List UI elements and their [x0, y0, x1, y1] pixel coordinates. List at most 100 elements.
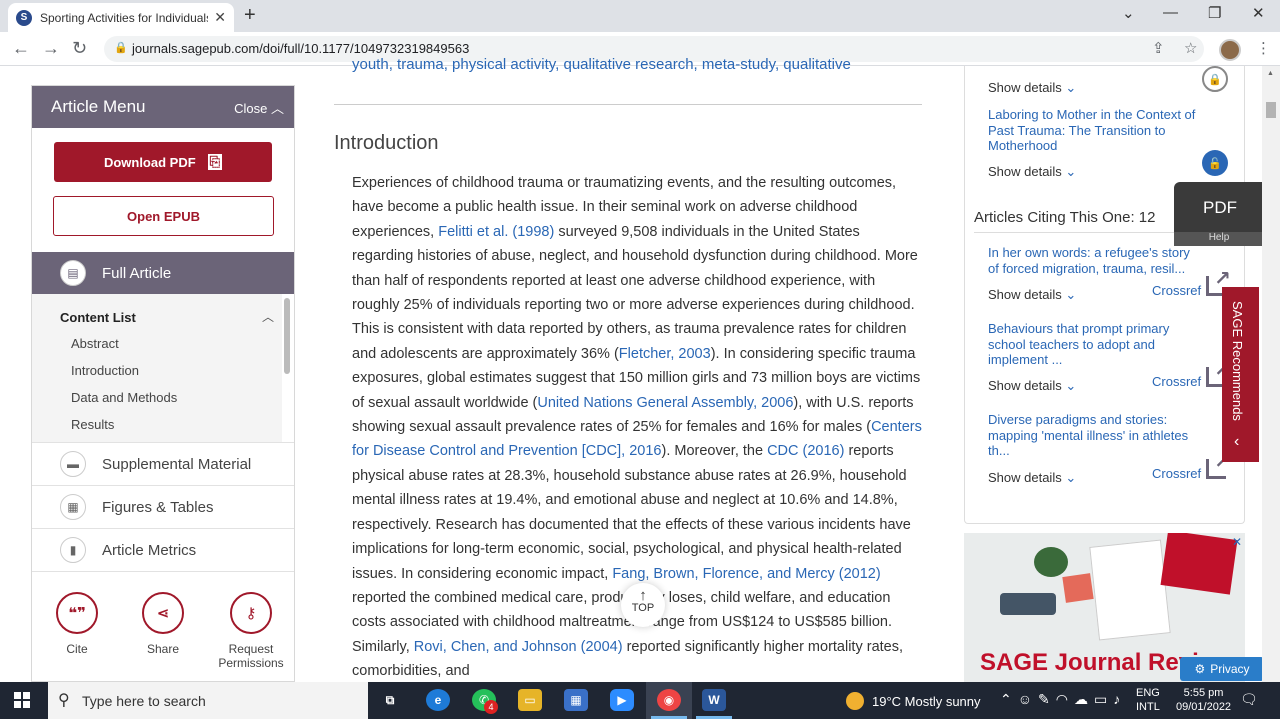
scroll-up-icon[interactable]: ▲ — [1267, 70, 1274, 77]
sage-recommends-tab[interactable]: SAGE Recommends ‹ — [1222, 287, 1259, 462]
citing-article-link[interactable]: In her own words: a refugee's story of f… — [988, 245, 1200, 276]
new-tab-icon[interactable]: + — [244, 4, 256, 27]
full-article-item[interactable]: ▤ Full Article — [32, 252, 294, 294]
url-text: journals.sagepub.com/doi/full/10.1177/10… — [132, 41, 470, 56]
clock[interactable]: 5:55 pm 09/01/2022 — [1176, 686, 1231, 714]
citation-link[interactable]: Fang, Brown, Florence, and Mercy (2012) — [612, 566, 880, 582]
system-tray[interactable]: ⌃☺✎◠☁▭♪ — [1000, 691, 1126, 708]
edge-icon[interactable]: e — [426, 689, 450, 711]
content-item-abstract[interactable]: Abstract — [71, 336, 119, 351]
show-details-label: Show details — [988, 378, 1062, 393]
chevron-up-icon[interactable]: ︿ — [262, 308, 274, 325]
citation-link[interactable]: Rovi, Chen, and Johnson (2004) — [414, 639, 623, 655]
citation-link[interactable]: Felitti et al. (1998) — [438, 224, 554, 240]
article-metrics-label: Article Metrics — [102, 541, 197, 559]
crossref-link[interactable]: Crossref — [1152, 466, 1201, 481]
chevron-up-icon[interactable]: ⌃ — [1000, 691, 1018, 707]
figures-tables-label: Figures & Tables — [102, 498, 214, 516]
weather-widget[interactable]: 19°C Mostly sunny — [846, 692, 981, 710]
show-details-toggle[interactable]: Show details ⌄ — [988, 287, 1076, 303]
sage-recommends-label: SAGE Recommends — [1230, 301, 1245, 421]
content-item-data-and-methods[interactable]: Data and Methods — [71, 390, 177, 405]
open-epub-button[interactable]: Open EPUB — [53, 196, 274, 236]
store-icon[interactable]: ▦ — [564, 689, 588, 711]
supplemental-material-item[interactable]: ▬ Supplemental Material — [32, 442, 294, 485]
full-article-label: Full Article — [102, 264, 172, 282]
download-pdf-button[interactable]: Download PDF ⎘ — [54, 142, 272, 182]
word-icon[interactable]: W — [702, 689, 726, 711]
citing-article-link[interactable]: Diverse paradigms and stories: mapping '… — [988, 412, 1200, 459]
close-window-icon[interactable]: ✕ — [1252, 4, 1265, 22]
ad-close-icon[interactable]: ✕ — [1232, 535, 1242, 549]
close-tab-icon[interactable]: ✕ — [214, 9, 226, 26]
figures-tables-item[interactable]: ▦ Figures & Tables — [32, 485, 294, 528]
more-menu-icon[interactable]: ⋮ — [1256, 39, 1271, 57]
back-to-top-button[interactable]: ↑ TOP — [621, 583, 665, 627]
citation-link[interactable]: Fletcher, 2003 — [619, 346, 711, 362]
show-details-toggle[interactable]: Show details ⌄ — [988, 80, 1076, 96]
search-icon: ⚲ — [58, 692, 70, 709]
chevron-down-icon: ⌄ — [1065, 470, 1077, 485]
content-list-title: Content List — [60, 310, 136, 325]
request-permissions-button[interactable]: ⚷ Request Permissions — [206, 592, 294, 670]
content-list-scrollbar[interactable] — [284, 298, 290, 374]
tab-search-icon[interactable]: ⌄ — [1122, 4, 1135, 22]
related-article-link[interactable]: Laboring to Mother in the Context of Pas… — [988, 107, 1208, 154]
wifi-icon[interactable]: ◠ — [1056, 691, 1074, 707]
keywords-line[interactable]: youth, trauma, physical activity, qualit… — [352, 56, 851, 73]
volume-icon[interactable]: ♪ — [1113, 691, 1126, 707]
minimize-icon[interactable]: — — [1163, 4, 1178, 21]
paragraph-text: ). Moreover, the — [661, 443, 768, 460]
pen-icon[interactable]: ✎ — [1038, 691, 1056, 707]
browser-tab[interactable]: S Sporting Activities for Individuals ✕ — [8, 3, 234, 32]
battery-icon[interactable]: ▭ — [1094, 691, 1113, 707]
help-button[interactable]: Help — [1174, 232, 1264, 246]
file-explorer-icon[interactable]: ▭ — [518, 689, 542, 711]
content-item-results[interactable]: Results — [71, 417, 114, 432]
bookmark-star-icon[interactable]: ☆ — [1184, 39, 1197, 57]
crossref-link[interactable]: Crossref — [1152, 374, 1201, 389]
chrome-icon[interactable]: ◉ — [657, 689, 681, 711]
cloud-icon[interactable]: ☁ — [1074, 691, 1094, 707]
article-metrics-item[interactable]: ▮ Article Metrics — [32, 528, 294, 571]
top-label: TOP — [631, 602, 655, 614]
arrow-up-icon: ↑ — [639, 587, 647, 604]
profile-avatar[interactable] — [1219, 39, 1241, 61]
show-details-toggle[interactable]: Show details ⌄ — [988, 378, 1076, 394]
pdf-widget[interactable]: PDF Help — [1174, 182, 1264, 246]
back-icon[interactable]: ← — [12, 38, 30, 59]
taskbar-search-input[interactable]: ⚲ Type here to search — [48, 682, 368, 719]
reload-icon[interactable]: ↻ — [72, 38, 87, 59]
citation-link[interactable]: CDC (2016) — [767, 443, 844, 459]
external-link-icon[interactable] — [1206, 449, 1231, 479]
windows-start-icon[interactable] — [14, 692, 30, 708]
restore-icon[interactable]: ❐ — [1208, 4, 1221, 22]
article-menu-title: Article Menu — [51, 97, 146, 116]
menu-close-button[interactable]: Close ︿ — [234, 98, 284, 117]
article-menu-header: Article Menu Close ︿ — [32, 86, 294, 128]
citing-article-link[interactable]: Behaviours that prompt primary school te… — [988, 321, 1200, 368]
show-details-toggle[interactable]: Show details ⌄ — [988, 470, 1076, 486]
cite-button[interactable]: ❝❞ Cite — [32, 592, 122, 656]
page-scrollbar[interactable]: ▲ — [1262, 66, 1280, 682]
show-details-label: Show details — [988, 80, 1062, 95]
notification-icon[interactable]: 🗨 — [1240, 691, 1258, 708]
privacy-label: Privacy — [1210, 662, 1250, 676]
language-indicator[interactable]: ENG INTL — [1136, 686, 1160, 714]
share-button[interactable]: ⋖ Share — [118, 592, 208, 656]
zoom-icon[interactable]: ▶ — [610, 689, 634, 711]
task-view-icon[interactable]: ⧉ — [378, 689, 402, 711]
gear-icon: ⚙ — [1194, 662, 1206, 676]
share-page-icon[interactable]: ⇪ — [1152, 39, 1165, 57]
forward-icon[interactable]: → — [42, 38, 60, 59]
content-item-introduction[interactable]: Introduction — [71, 363, 139, 378]
person-icon[interactable]: ☺ — [1018, 691, 1038, 707]
page-scrollbar-thumb[interactable] — [1266, 102, 1276, 118]
phone-image — [1000, 593, 1056, 615]
show-details-toggle[interactable]: Show details ⌄ — [988, 164, 1076, 180]
crossref-link[interactable]: Crossref — [1152, 283, 1201, 298]
download-pdf-label: Download PDF — [103, 154, 196, 170]
show-details-label: Show details — [988, 287, 1062, 302]
citation-link[interactable]: United Nations General Assembly, 2006 — [537, 395, 793, 411]
privacy-button[interactable]: ⚙ Privacy — [1180, 657, 1264, 681]
